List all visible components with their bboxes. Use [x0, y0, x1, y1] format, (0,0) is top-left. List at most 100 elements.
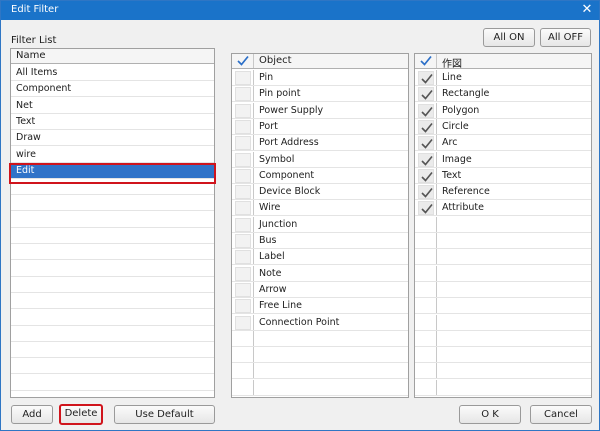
row-checkbox[interactable]: [235, 87, 251, 102]
list-item[interactable]: wire: [11, 147, 214, 163]
row-checkbox[interactable]: [235, 71, 251, 85]
check-cell: [232, 281, 254, 297]
close-icon[interactable]: ✕: [579, 2, 595, 18]
list-item: [11, 293, 214, 310]
check-cell: [415, 265, 437, 281]
table-row: Pin: [232, 70, 408, 86]
row-checkbox[interactable]: [235, 266, 251, 281]
table-row: [415, 363, 591, 380]
row-checkbox[interactable]: [418, 71, 434, 85]
row-checkbox[interactable]: [418, 103, 434, 118]
list-item[interactable]: Edit: [11, 162, 214, 179]
check-cell: [415, 151, 437, 167]
row-checkbox[interactable]: [235, 103, 251, 118]
row-checkbox[interactable]: [418, 119, 434, 134]
check-cell: [232, 363, 254, 379]
header-check-cell[interactable]: [232, 54, 254, 68]
delete-button[interactable]: Delete: [59, 404, 103, 425]
row-label: Pin: [259, 72, 274, 83]
row-checkbox[interactable]: [235, 250, 251, 265]
check-cell: [415, 249, 437, 265]
row-checkbox[interactable]: [418, 152, 434, 167]
list-item[interactable]: Text: [11, 114, 214, 130]
row-checkbox[interactable]: [418, 201, 434, 216]
list-item: [11, 261, 214, 277]
check-cell: [232, 314, 254, 330]
table-row: Line: [415, 70, 591, 86]
table-row: Note: [232, 265, 408, 282]
table-row: Rectangle: [415, 86, 591, 103]
row-checkbox[interactable]: [235, 234, 251, 248]
list-item: [11, 212, 214, 228]
row-checkbox[interactable]: [235, 282, 251, 297]
check-cell: [415, 135, 437, 151]
row-checkbox[interactable]: [418, 185, 434, 200]
row-checkbox[interactable]: [235, 299, 251, 314]
row-label: Note: [259, 267, 282, 279]
row-label: Power Supply: [259, 104, 324, 116]
row-checkbox[interactable]: [235, 217, 251, 232]
row-label: Line: [442, 72, 462, 83]
table-row: Reference: [415, 184, 591, 201]
add-button[interactable]: Add: [11, 405, 53, 424]
row-checkbox[interactable]: [235, 119, 251, 134]
row-label: Bus: [259, 235, 277, 246]
table-row: Symbol: [232, 151, 408, 168]
row-label: Device Block: [259, 186, 321, 198]
checkmark-icon: [421, 139, 433, 149]
row-checkbox[interactable]: [235, 201, 251, 216]
title-bar: Edit Filter ✕: [1, 1, 599, 20]
list-item[interactable]: All Items: [11, 65, 214, 81]
all-on-button[interactable]: All ON: [483, 28, 535, 47]
table-row: Device Block: [232, 184, 408, 201]
table-row: [415, 347, 591, 364]
header-check-cell[interactable]: [415, 54, 437, 68]
row-checkbox[interactable]: [235, 315, 251, 330]
check-cell: [415, 347, 437, 363]
row-label: Arc: [442, 137, 458, 149]
row-checkbox[interactable]: [418, 168, 434, 183]
list-item[interactable]: Component: [11, 81, 214, 98]
list-item: [11, 310, 214, 326]
cancel-button[interactable]: Cancel: [530, 405, 592, 424]
table-row: [232, 379, 408, 396]
row-label: Circle: [442, 120, 469, 132]
table-row: Port Address: [232, 135, 408, 152]
table-row: Polygon: [415, 102, 591, 119]
check-cell: [232, 184, 254, 200]
check-cell: [232, 233, 254, 248]
table-row: Power Supply: [232, 102, 408, 119]
row-checkbox[interactable]: [418, 136, 434, 151]
checkmark-icon: [421, 171, 433, 182]
object-column-header: Object: [259, 55, 292, 66]
check-cell: [415, 281, 437, 297]
list-item: [11, 244, 214, 261]
row-checkbox[interactable]: [235, 152, 251, 167]
filter-list-label: Filter List: [11, 35, 57, 46]
row-checkbox[interactable]: [235, 185, 251, 200]
list-item[interactable]: Draw: [11, 130, 214, 147]
table-row: Arrow: [232, 281, 408, 298]
row-checkbox[interactable]: [235, 136, 251, 151]
checkmark-icon: [421, 90, 433, 100]
table-row: Bus: [232, 233, 408, 249]
table-row: [415, 379, 591, 396]
row-label: Reference: [442, 186, 490, 198]
list-item[interactable]: Net: [11, 98, 214, 114]
use-default-button[interactable]: Use Default: [114, 405, 215, 424]
row-label: Rectangle: [442, 88, 490, 100]
row-label: Component: [259, 169, 315, 181]
object-grid: Object Pin Pin point Power Supply Port Port …: [231, 53, 409, 398]
row-label: Connection Point: [259, 316, 340, 328]
row-checkbox[interactable]: [235, 168, 251, 183]
row-label: Pin point: [259, 88, 301, 100]
row-label: Polygon: [442, 104, 480, 116]
checkmark-icon: [421, 188, 433, 198]
list-item-label: Text: [16, 115, 36, 127]
list-item: [11, 358, 214, 375]
check-cell: [232, 200, 254, 216]
all-off-button[interactable]: All OFF: [540, 28, 591, 47]
ok-button[interactable]: O K: [459, 405, 521, 424]
table-row: [415, 249, 591, 266]
row-checkbox[interactable]: [418, 87, 434, 102]
